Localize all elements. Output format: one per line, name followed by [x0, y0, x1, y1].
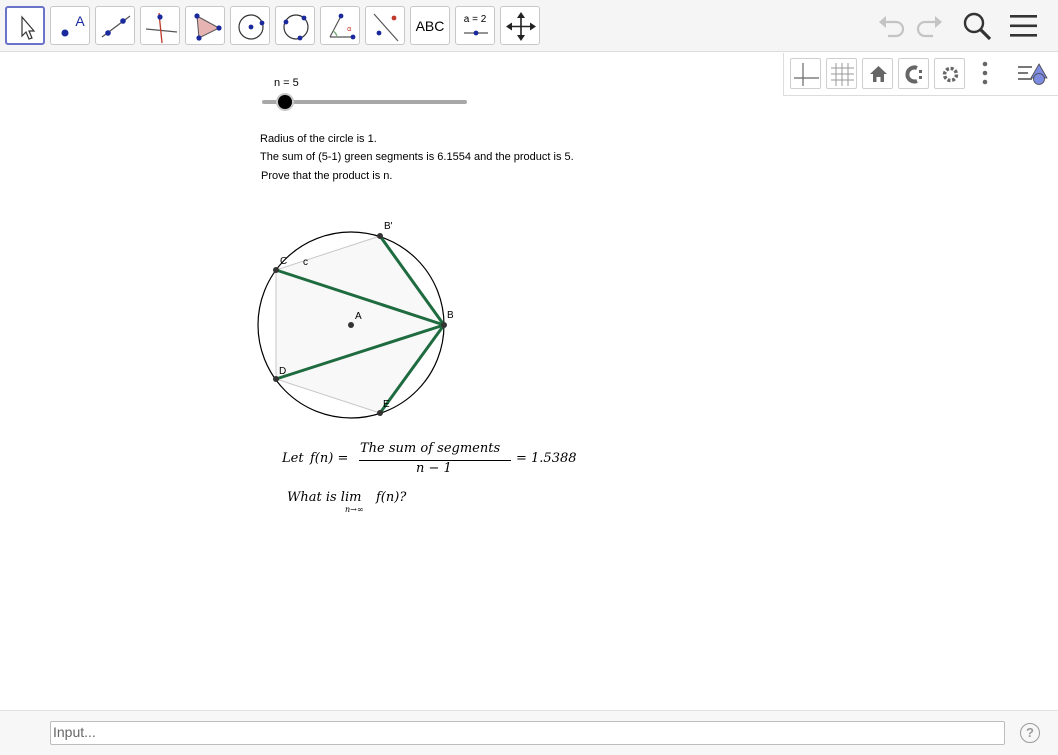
move-graphics-tool[interactable] — [500, 6, 540, 45]
question-text: What is lim — [287, 490, 362, 505]
move-graphics-view-icon — [506, 12, 536, 41]
point-A[interactable] — [348, 322, 354, 328]
point-B[interactable] — [441, 322, 447, 328]
formula-fn: Let f(n) = The sum of segments n − 1 = 1… — [282, 440, 582, 480]
formula-denominator: n − 1 — [416, 461, 452, 476]
settings-icon — [942, 66, 959, 83]
geometry-construction: A B B' C c D E — [257, 221, 454, 419]
formula-numerator: The sum of segments — [360, 441, 501, 456]
line-icon — [101, 15, 131, 38]
regular-pentagon[interactable] — [275, 235, 445, 414]
question-end: f(n)? — [376, 490, 407, 505]
circle-center-point-icon — [238, 14, 265, 40]
view-menu-icon[interactable] — [1016, 60, 1050, 88]
label-Bprime: B' — [384, 221, 393, 232]
search-icon[interactable] — [960, 10, 994, 44]
toggle-axes-button[interactable] — [790, 58, 821, 89]
slider-tool[interactable]: a = 2 — [455, 6, 495, 45]
label-D: D — [279, 366, 286, 377]
polygon-icon — [194, 13, 222, 41]
formula-result: = 1.5388 — [516, 451, 577, 466]
angle-icon: α — [329, 13, 356, 40]
input-bar: Input... ? — [0, 710, 1058, 755]
graphics-style-bar — [783, 53, 1058, 96]
help-icon[interactable]: ? — [1020, 723, 1040, 743]
slider-n[interactable] — [262, 100, 467, 104]
text-prove: Prove that the product is n. — [261, 170, 393, 182]
circle-three-points-icon — [283, 14, 309, 41]
standard-view-button[interactable] — [862, 58, 893, 89]
slider-icon-track — [464, 30, 488, 36]
more-icon[interactable] — [980, 60, 990, 88]
text-tool[interactable]: ABC — [410, 6, 450, 45]
slider-handle[interactable] — [278, 95, 292, 109]
redo-icon[interactable] — [913, 10, 945, 42]
reflect-tool[interactable] — [365, 6, 405, 45]
label-C: C — [280, 256, 287, 267]
toolbar: A α ABC a = 2 — [0, 0, 1058, 52]
slider-label: n = 5 — [274, 77, 299, 89]
label-E: E — [383, 399, 390, 410]
svg-text:α: α — [347, 25, 352, 33]
point-C[interactable] — [273, 267, 279, 273]
polygon-tool[interactable] — [185, 6, 225, 45]
label-c: c — [303, 257, 308, 268]
settings-button[interactable] — [934, 58, 965, 89]
formula-fn-label: f(n) = — [310, 451, 349, 466]
grid-icon — [831, 63, 854, 86]
home-icon — [870, 66, 887, 82]
move-arrow-icon — [21, 15, 36, 40]
formula-let: Let — [282, 451, 304, 466]
undo-icon[interactable] — [876, 10, 908, 42]
line-tool[interactable] — [95, 6, 135, 45]
point-tool[interactable]: A — [50, 6, 90, 45]
label-A: A — [355, 311, 362, 322]
move-tool[interactable] — [5, 6, 45, 45]
circle-three-points-tool[interactable] — [275, 6, 315, 45]
menu-icon[interactable] — [1008, 10, 1040, 42]
perpendicular-tool[interactable] — [140, 6, 180, 45]
text-sum-product: The sum of (5-1) green segments is 6.155… — [260, 151, 574, 163]
text-icon: ABC — [415, 18, 445, 34]
axes-icon — [794, 63, 819, 86]
point-capturing-icon — [905, 65, 922, 84]
point-Bprime[interactable] — [377, 233, 383, 239]
perpendicular-line-icon — [145, 12, 178, 44]
point-capturing-button[interactable] — [898, 58, 929, 89]
angle-tool[interactable]: α — [320, 6, 360, 45]
reflect-icon — [373, 13, 399, 42]
circle-center-tool[interactable] — [230, 6, 270, 45]
formula-question: What is lim n→∞ f(n)? — [287, 490, 487, 520]
toggle-grid-button[interactable] — [826, 58, 857, 89]
point-icon-label: A — [75, 13, 85, 29]
label-B: B — [447, 310, 454, 321]
algebra-input[interactable]: Input... — [50, 721, 1005, 745]
limit-subscript: n→∞ — [345, 505, 364, 514]
text-radius: Radius of the circle is 1. — [260, 133, 377, 145]
point-E[interactable] — [377, 410, 383, 416]
